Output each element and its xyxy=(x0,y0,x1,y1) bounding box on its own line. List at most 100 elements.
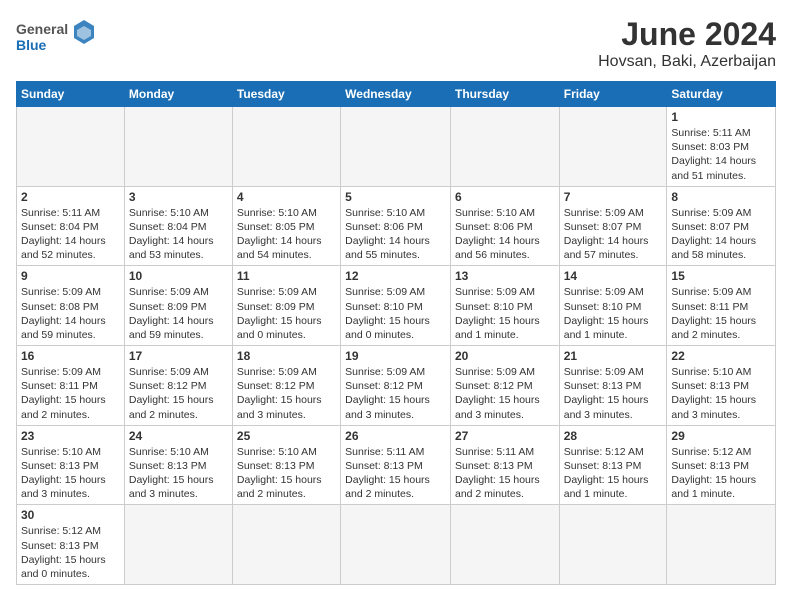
day-info: Sunrise: 5:11 AM Sunset: 8:13 PM Dayligh… xyxy=(455,445,555,502)
day-cell xyxy=(17,107,125,187)
header-saturday: Saturday xyxy=(667,82,776,107)
day-cell: 25 Sunrise: 5:10 AM Sunset: 8:13 PM Dayli… xyxy=(232,425,340,505)
day-cell: 3 Sunrise: 5:10 AM Sunset: 8:04 PM Daylig… xyxy=(124,186,232,266)
day-number: 14 xyxy=(564,269,663,283)
day-info: Sunrise: 5:09 AM Sunset: 8:11 PM Dayligh… xyxy=(21,365,120,422)
day-cell xyxy=(450,505,559,585)
day-cell: 20 Sunrise: 5:09 AM Sunset: 8:12 PM Dayli… xyxy=(450,346,559,426)
day-info: Sunrise: 5:09 AM Sunset: 8:12 PM Dayligh… xyxy=(455,365,555,422)
day-cell xyxy=(124,505,232,585)
day-cell: 12 Sunrise: 5:09 AM Sunset: 8:10 PM Dayli… xyxy=(341,266,451,346)
day-cell xyxy=(124,107,232,187)
day-cell xyxy=(450,107,559,187)
day-number: 27 xyxy=(455,429,555,443)
day-info: Sunrise: 5:09 AM Sunset: 8:10 PM Dayligh… xyxy=(564,285,663,342)
title-block: June 2024 Hovsan, Baki, Azerbaijan xyxy=(598,16,776,71)
day-number: 26 xyxy=(345,429,446,443)
day-info: Sunrise: 5:10 AM Sunset: 8:13 PM Dayligh… xyxy=(21,445,120,502)
day-number: 17 xyxy=(129,349,228,363)
day-cell: 17Sunrise: 5:09 AM Sunset: 8:12 PM Dayli… xyxy=(124,346,232,426)
day-number: 19 xyxy=(345,349,446,363)
day-cell xyxy=(341,505,451,585)
day-info: Sunrise: 5:10 AM Sunset: 8:06 PM Dayligh… xyxy=(455,206,555,263)
day-cell: 9Sunrise: 5:09 AM Sunset: 8:08 PM Daylig… xyxy=(17,266,125,346)
day-cell: 18 Sunrise: 5:09 AM Sunset: 8:12 PM Dayli… xyxy=(232,346,340,426)
day-number: 25 xyxy=(237,429,336,443)
day-info: Sunrise: 5:10 AM Sunset: 8:06 PM Dayligh… xyxy=(345,206,446,263)
day-number: 2 xyxy=(21,190,120,204)
day-info: Sunrise: 5:09 AM Sunset: 8:09 PM Dayligh… xyxy=(237,285,336,342)
day-cell xyxy=(559,505,667,585)
day-cell: 26 Sunrise: 5:11 AM Sunset: 8:13 PM Dayli… xyxy=(341,425,451,505)
day-number: 21 xyxy=(564,349,663,363)
day-cell: 29Sunrise: 5:12 AM Sunset: 8:13 PM Dayli… xyxy=(667,425,776,505)
header-sunday: Sunday xyxy=(17,82,125,107)
calendar-table: SundayMondayTuesdayWednesdayThursdayFrid… xyxy=(16,81,776,585)
day-info: Sunrise: 5:09 AM Sunset: 8:12 PM Dayligh… xyxy=(237,365,336,422)
day-number: 11 xyxy=(237,269,336,283)
day-number: 9 xyxy=(21,269,120,283)
day-cell: 2 Sunrise: 5:11 AM Sunset: 8:04 PM Daylig… xyxy=(17,186,125,266)
day-cell xyxy=(341,107,451,187)
header-wednesday: Wednesday xyxy=(341,82,451,107)
header-friday: Friday xyxy=(559,82,667,107)
header-monday: Monday xyxy=(124,82,232,107)
header-tuesday: Tuesday xyxy=(232,82,340,107)
logo: General Blue xyxy=(16,16,96,56)
day-cell: 22 Sunrise: 5:10 AM Sunset: 8:13 PM Dayli… xyxy=(667,346,776,426)
week-row-3: 9Sunrise: 5:09 AM Sunset: 8:08 PM Daylig… xyxy=(17,266,776,346)
day-info: Sunrise: 5:11 AM Sunset: 8:03 PM Dayligh… xyxy=(671,126,771,183)
day-number: 23 xyxy=(21,429,120,443)
calendar-location: Hovsan, Baki, Azerbaijan xyxy=(598,53,776,71)
day-info: Sunrise: 5:09 AM Sunset: 8:09 PM Dayligh… xyxy=(129,285,228,342)
day-number: 15 xyxy=(671,269,771,283)
day-number: 4 xyxy=(237,190,336,204)
day-number: 3 xyxy=(129,190,228,204)
day-info: Sunrise: 5:10 AM Sunset: 8:13 PM Dayligh… xyxy=(129,445,228,502)
day-info: Sunrise: 5:09 AM Sunset: 8:07 PM Dayligh… xyxy=(671,206,771,263)
day-number: 1 xyxy=(671,110,771,124)
day-number: 16 xyxy=(21,349,120,363)
day-cell: 1 Sunrise: 5:11 AM Sunset: 8:03 PM Daylig… xyxy=(667,107,776,187)
day-info: Sunrise: 5:12 AM Sunset: 8:13 PM Dayligh… xyxy=(671,445,771,502)
day-number: 20 xyxy=(455,349,555,363)
day-cell: 24 Sunrise: 5:10 AM Sunset: 8:13 PM Dayli… xyxy=(124,425,232,505)
day-info: Sunrise: 5:09 AM Sunset: 8:12 PM Dayligh… xyxy=(345,365,446,422)
day-number: 22 xyxy=(671,349,771,363)
day-info: Sunrise: 5:10 AM Sunset: 8:13 PM Dayligh… xyxy=(671,365,771,422)
day-cell xyxy=(232,107,340,187)
day-info: Sunrise: 5:09 AM Sunset: 8:10 PM Dayligh… xyxy=(345,285,446,342)
day-number: 10 xyxy=(129,269,228,283)
week-row-2: 2 Sunrise: 5:11 AM Sunset: 8:04 PM Daylig… xyxy=(17,186,776,266)
day-cell: 15 Sunrise: 5:09 AM Sunset: 8:11 PM Dayli… xyxy=(667,266,776,346)
day-info: Sunrise: 5:12 AM Sunset: 8:13 PM Dayligh… xyxy=(21,524,120,581)
header-thursday: Thursday xyxy=(450,82,559,107)
logo-svg: General Blue xyxy=(16,16,96,56)
day-number: 24 xyxy=(129,429,228,443)
day-info: Sunrise: 5:09 AM Sunset: 8:07 PM Dayligh… xyxy=(564,206,663,263)
day-number: 13 xyxy=(455,269,555,283)
day-cell: 4Sunrise: 5:10 AM Sunset: 8:05 PM Daylig… xyxy=(232,186,340,266)
day-info: Sunrise: 5:09 AM Sunset: 8:10 PM Dayligh… xyxy=(455,285,555,342)
day-cell: 19 Sunrise: 5:09 AM Sunset: 8:12 PM Dayli… xyxy=(341,346,451,426)
day-cell: 14 Sunrise: 5:09 AM Sunset: 8:10 PM Dayli… xyxy=(559,266,667,346)
day-number: 6 xyxy=(455,190,555,204)
day-info: Sunrise: 5:10 AM Sunset: 8:04 PM Dayligh… xyxy=(129,206,228,263)
day-info: Sunrise: 5:12 AM Sunset: 8:13 PM Dayligh… xyxy=(564,445,663,502)
week-row-6: 30 Sunrise: 5:12 AM Sunset: 8:13 PM Dayli… xyxy=(17,505,776,585)
day-cell xyxy=(667,505,776,585)
day-info: Sunrise: 5:11 AM Sunset: 8:13 PM Dayligh… xyxy=(345,445,446,502)
day-cell: 6 Sunrise: 5:10 AM Sunset: 8:06 PM Daylig… xyxy=(450,186,559,266)
day-number: 30 xyxy=(21,508,120,522)
day-number: 18 xyxy=(237,349,336,363)
day-cell: 23 Sunrise: 5:10 AM Sunset: 8:13 PM Dayli… xyxy=(17,425,125,505)
day-cell: 10 Sunrise: 5:09 AM Sunset: 8:09 PM Dayli… xyxy=(124,266,232,346)
day-cell: 8Sunrise: 5:09 AM Sunset: 8:07 PM Daylig… xyxy=(667,186,776,266)
day-info: Sunrise: 5:10 AM Sunset: 8:13 PM Dayligh… xyxy=(237,445,336,502)
day-number: 7 xyxy=(564,190,663,204)
day-cell: 13 Sunrise: 5:09 AM Sunset: 8:10 PM Dayli… xyxy=(450,266,559,346)
day-number: 12 xyxy=(345,269,446,283)
day-info: Sunrise: 5:09 AM Sunset: 8:11 PM Dayligh… xyxy=(671,285,771,342)
week-row-5: 23 Sunrise: 5:10 AM Sunset: 8:13 PM Dayli… xyxy=(17,425,776,505)
day-info: Sunrise: 5:11 AM Sunset: 8:04 PM Dayligh… xyxy=(21,206,120,263)
